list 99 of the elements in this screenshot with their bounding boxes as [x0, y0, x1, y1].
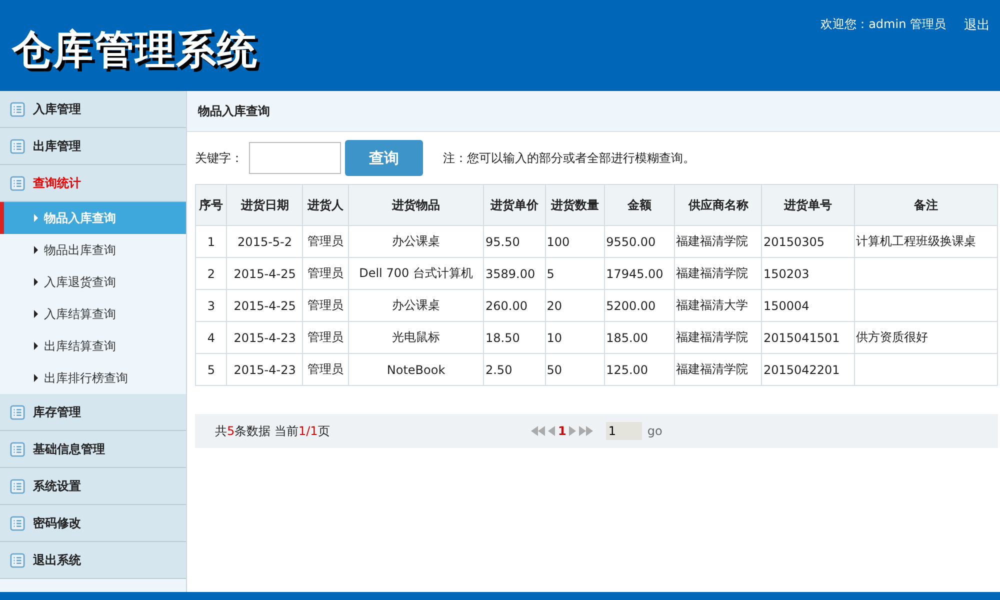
table-cell: 福建福清学院: [676, 234, 748, 248]
list-icon: [10, 442, 25, 456]
welcome-text: 欢迎您：admin 管理员: [820, 16, 946, 32]
menu-group[interactable]: 退出系统: [0, 542, 186, 579]
table-cell: 260.00: [485, 298, 528, 312]
table-cell: 185.00: [606, 330, 648, 344]
table-cell: 2015-4-25: [234, 266, 296, 280]
table-cell: 18.50: [485, 330, 520, 344]
submenu-item[interactable]: 入库退货查询: [0, 266, 186, 298]
table-cell: 办公课桌: [392, 298, 440, 312]
table-cell: 20: [546, 298, 562, 312]
submenu-item[interactable]: 出库结算查询: [0, 330, 186, 362]
table-cell: 95.50: [485, 234, 520, 248]
table-cell: 5200.00: [606, 298, 656, 312]
caret-icon: [34, 214, 38, 222]
table-cell: 福建福清学院: [676, 266, 748, 280]
table-cell: 150203: [763, 266, 810, 280]
table-cell: 3589.00: [485, 266, 536, 280]
page-title: 物品入库查询: [187, 91, 1000, 132]
column-header: 进货人: [302, 184, 348, 226]
menu-group[interactable]: 系统设置: [0, 468, 186, 505]
list-icon: [10, 552, 25, 568]
table-cell: 福建福清学院: [676, 330, 748, 344]
list-icon: [10, 102, 25, 116]
menu-group[interactable]: 出库管理: [0, 128, 186, 165]
table-cell: 办公课桌: [392, 234, 440, 248]
caret-icon: [34, 342, 38, 350]
keyword-field[interactable]: [249, 142, 341, 174]
table-cell: Dell 700 台式计算机: [359, 266, 473, 280]
menu-group[interactable]: 入库管理: [0, 91, 186, 128]
table-cell: 管理员: [307, 266, 344, 280]
table-cell: 9550.00: [606, 234, 656, 248]
table-cell: 福建福清学院: [676, 362, 748, 376]
table-cell: NoteBook: [386, 362, 446, 376]
table-cell: 2015042201: [763, 362, 840, 376]
go-link[interactable]: go: [647, 424, 662, 438]
record-summary: 共5条数据 当前1/1页: [215, 422, 331, 440]
table-cell: 10: [546, 330, 562, 344]
submenu-item[interactable]: 入库结算查询: [0, 298, 186, 330]
table-cell: 1: [207, 234, 216, 248]
table-cell: 2.50: [485, 362, 512, 376]
table-cell: 管理员: [307, 298, 344, 312]
table-cell: 50: [546, 362, 562, 376]
keyword-label: 关键字：: [195, 150, 243, 166]
column-header: 供应商名称: [674, 184, 762, 226]
column-header: 进货数量: [545, 184, 605, 226]
list-icon: [10, 176, 25, 190]
next-page-icon[interactable]: [569, 426, 576, 436]
table-cell: 5: [207, 362, 216, 376]
list-icon: [10, 478, 25, 494]
menu-group[interactable]: 库存管理: [0, 394, 186, 431]
list-icon: [10, 404, 25, 420]
list-icon: [10, 516, 25, 530]
first-page-icon[interactable]: [531, 426, 545, 436]
table-cell: 管理员: [307, 362, 344, 376]
app-title: 仓库管理系统: [12, 26, 258, 74]
submenu-item[interactable]: 物品出库查询: [0, 234, 186, 266]
column-header: 进货日期: [226, 184, 303, 226]
table-cell: 5: [546, 266, 554, 280]
caret-icon: [34, 246, 38, 254]
last-page-icon[interactable]: [579, 426, 594, 436]
column-header: 序号: [196, 184, 227, 226]
menu-group[interactable]: 基础信息管理: [0, 431, 186, 468]
menu-group[interactable]: 查询统计: [0, 165, 186, 202]
table-cell: 2015-4-25: [234, 298, 296, 312]
caret-icon: [34, 374, 38, 382]
column-header: 进货单价: [484, 184, 546, 226]
table-cell: 管理员: [307, 234, 344, 248]
table-cell: 4: [207, 330, 216, 344]
table-cell: 100: [546, 234, 570, 248]
caret-icon: [34, 310, 38, 318]
table-cell: 3: [207, 298, 216, 312]
table-cell: 福建福清大学: [676, 298, 748, 312]
table-cell: 光电鼠标: [392, 330, 440, 344]
table-cell: 供方资质很好: [856, 330, 928, 344]
logout-link[interactable]: 退出: [964, 16, 990, 32]
column-header: 进货单号: [762, 184, 854, 226]
caret-icon: [34, 278, 38, 286]
search-note: 注：您可以输入的部分或者全部进行模糊查询。: [443, 150, 695, 166]
table-cell: 2015-5-2: [238, 234, 292, 248]
submenu-item[interactable]: 出库排行榜查询: [0, 362, 186, 394]
menu-group[interactable]: 密码修改: [0, 505, 186, 542]
list-icon: [10, 138, 25, 154]
table-cell: 计算机工程班级换课桌: [856, 234, 976, 248]
column-header: 金额: [604, 184, 675, 226]
table-cell: 17945.00: [606, 266, 664, 280]
table-cell: 2015-4-23: [234, 362, 296, 376]
table-cell: 125.00: [606, 362, 648, 376]
column-header: 进货物品: [348, 184, 484, 226]
current-page[interactable]: 1: [558, 424, 566, 438]
table-cell: 150004: [763, 298, 810, 312]
page-field[interactable]: 1: [606, 422, 642, 440]
table-cell: 2015-4-23: [234, 330, 296, 344]
table-cell: 2: [207, 266, 216, 280]
previous-page-icon[interactable]: [548, 426, 555, 436]
table-cell: 管理员: [307, 330, 344, 344]
table-cell: 20150305: [763, 234, 825, 248]
column-header: 备注: [854, 184, 998, 226]
table-cell: 2015041501: [763, 330, 840, 344]
